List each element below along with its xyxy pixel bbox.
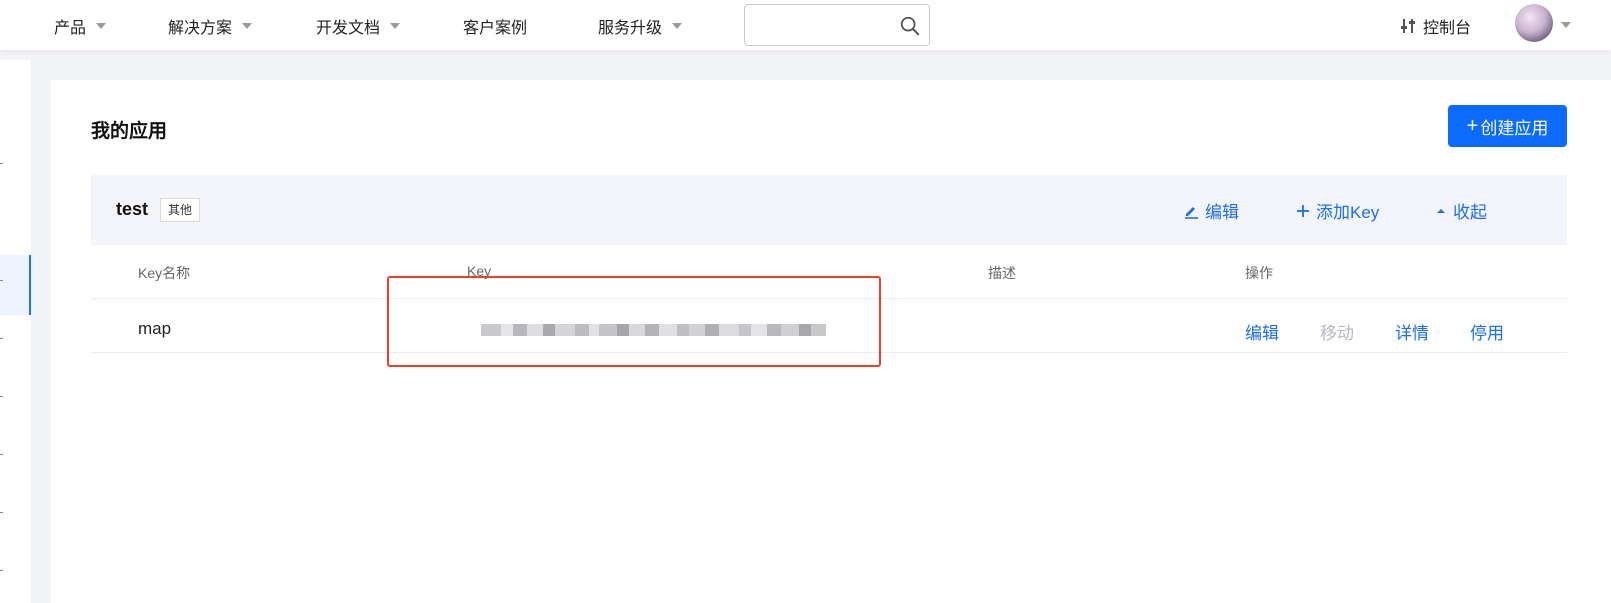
column-header-key: Key [467,263,492,279]
console-label: 控制台 [1423,20,1472,37]
disable-key-button[interactable]: 停用 [1470,319,1504,344]
search-input[interactable] [753,13,893,37]
create-app-button[interactable]: + 创建应用 [1448,105,1567,147]
highlight-annotation-box [387,276,881,367]
collapse-label: 收起 [1453,203,1487,222]
sliders-icon [1401,19,1415,33]
plus-icon [1297,204,1309,217]
nav-item-upgrade[interactable]: 服务升级 [598,14,683,38]
console-link[interactable]: 控制台 [1399,14,1471,38]
sidebar-item[interactable] [0,570,3,571]
sidebar-item-active[interactable] [0,255,31,315]
nav-item-cases[interactable]: 客户案例 [463,14,527,38]
plus-icon: + [1466,114,1479,137]
edit-app-button[interactable]: 编辑 [1183,198,1239,223]
main-panel: 我的应用 + 创建应用 test 其他 编辑 添加Key 收起 Key名称 Ke… [51,80,1611,603]
page-title: 我的应用 [91,121,168,142]
detail-key-button[interactable]: 详情 [1395,319,1429,344]
key-name-cell: map [138,319,172,338]
nav-item-label: 服务升级 [598,20,663,37]
nav-item-docs[interactable]: 开发文档 [316,14,401,38]
add-key-label: 添加Key [1316,203,1380,222]
nav-item-label: 产品 [54,20,87,37]
caret-down-icon [96,23,107,29]
nav-item-label: 解决方案 [168,20,233,37]
sidebar-item[interactable] [0,338,3,339]
nav-item-label: 客户案例 [463,20,528,37]
caret-up-icon [1437,208,1445,213]
column-header-ops: 操作 [1245,265,1273,281]
app-type-tag: 其他 [160,198,201,222]
app-name: test [116,199,149,219]
sidebar-item[interactable] [0,396,3,397]
nav-item-products[interactable]: 产品 [54,14,107,38]
edit-key-button[interactable]: 编辑 [1245,319,1279,344]
add-key-button[interactable]: 添加Key [1296,198,1379,223]
edit-app-label: 编辑 [1205,203,1239,222]
sidebar-item[interactable] [0,280,3,281]
divider [91,298,1567,299]
pencil-icon [1185,206,1198,219]
search-icon[interactable] [899,15,921,37]
sidebar [0,60,31,603]
caret-down-icon[interactable] [1561,22,1571,28]
caret-down-icon [390,23,401,29]
create-app-label: 创建应用 [1480,118,1549,138]
nav-item-label: 开发文档 [316,20,381,37]
caret-down-icon [242,23,253,29]
divider [91,352,1567,353]
column-header-desc: 描述 [988,265,1016,281]
top-nav: 产品 解决方案 开发文档 客户案例 服务升级 控制台 [0,0,1611,50]
app-card-header: test 其他 编辑 添加Key 收起 [91,175,1567,245]
user-avatar[interactable] [1515,4,1553,42]
collapse-button[interactable]: 收起 [1435,198,1487,223]
nav-item-solutions[interactable]: 解决方案 [168,14,253,38]
key-value-blurred [481,324,856,336]
search-box [744,4,930,46]
caret-down-icon [672,23,683,29]
sidebar-item[interactable] [0,454,3,455]
move-key-button[interactable]: 移动 [1320,319,1354,344]
sidebar-item[interactable] [0,163,3,164]
sidebar-item[interactable] [0,512,3,513]
column-header-name: Key名称 [138,265,191,281]
